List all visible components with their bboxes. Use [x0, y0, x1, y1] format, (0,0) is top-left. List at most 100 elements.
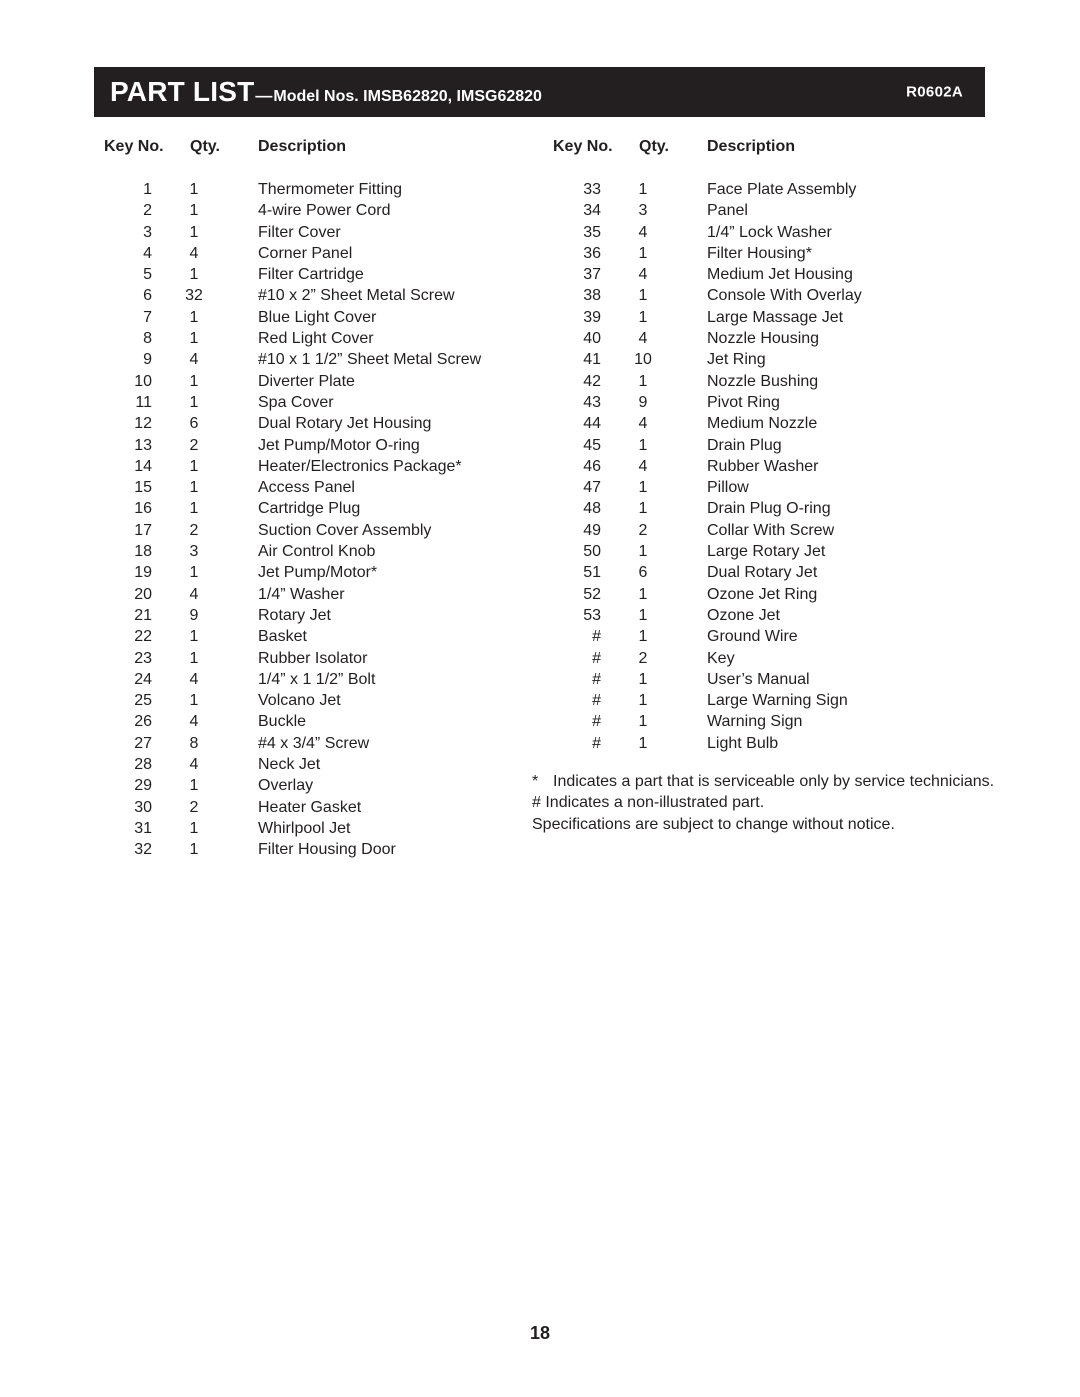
- table-row: 47 1 Pillow: [553, 477, 993, 498]
- table-row: 18 3 Air Control Knob: [104, 541, 544, 562]
- cell-qty: 1: [638, 500, 648, 518]
- cell-qty: 1: [189, 181, 199, 198]
- table-row: 17 2 Suction Cover Assembly: [104, 520, 544, 541]
- cell-description: Overlay: [258, 777, 314, 795]
- table-row: 33 1 Face Plate Assembly: [553, 179, 993, 200]
- cell-description: Neck Jet: [258, 756, 321, 774]
- cell-description: Pillow: [707, 479, 749, 497]
- table-row: 1 1 Thermometer Fitting: [104, 179, 544, 200]
- cell-qty: 1: [638, 606, 648, 624]
- cell-key-no: 51: [583, 564, 601, 582]
- cell-key-no: 36: [583, 244, 601, 262]
- cell-description: Dual Rotary Jet Housing: [258, 415, 432, 433]
- cell-description: Ozone Jet Ring: [707, 585, 818, 603]
- asterisk-note-text: Indicates a part that is serviceable onl…: [553, 773, 995, 790]
- cell-qty: 1: [189, 649, 199, 667]
- cell-qty: 1: [189, 223, 199, 241]
- cell-qty: 1: [638, 628, 648, 646]
- cell-key-no: 15: [134, 479, 152, 497]
- cell-key-no: 7: [143, 308, 152, 326]
- cell-key-no: 4: [143, 244, 152, 262]
- cell-description: Filter Cover: [258, 223, 341, 241]
- cell-qty: 1: [638, 372, 648, 390]
- asterisk-mark: *: [532, 773, 539, 790]
- table-row: 41 10 Jet Ring: [553, 349, 993, 370]
- cell-description: Pivot Ring: [707, 393, 780, 411]
- cell-description: Rubber Washer: [707, 457, 819, 475]
- cell-qty: 1: [638, 692, 648, 710]
- right-description-header: Description: [707, 138, 796, 155]
- cell-key-no: 45: [583, 436, 601, 454]
- cell-key-no: 29: [134, 777, 152, 795]
- table-row: 25 1 Volcano Jet: [104, 690, 544, 711]
- table-row: 34 3 Panel: [553, 200, 993, 221]
- cell-key-no: #: [592, 692, 601, 710]
- cell-qty: 4: [189, 756, 199, 774]
- table-row: 23 1 Rubber Isolator: [104, 648, 544, 669]
- cell-qty: 1: [189, 330, 199, 348]
- cell-description: Console With Overlay: [707, 287, 862, 305]
- cell-key-no: 14: [134, 457, 152, 475]
- table-row: 20 4 1/4” Washer: [104, 584, 544, 605]
- table-row: 15 1 Access Panel: [104, 477, 544, 498]
- cell-qty: 1: [189, 500, 199, 518]
- cell-key-no: 35: [583, 223, 601, 241]
- left-qty-header: Qty.: [190, 138, 220, 155]
- cell-description: Nozzle Housing: [707, 330, 820, 348]
- cell-qty: 4: [189, 670, 199, 688]
- cell-description: Blue Light Cover: [258, 308, 377, 326]
- table-row: 38 1 Console With Overlay: [553, 285, 993, 306]
- cell-description: Large Massage Jet: [707, 308, 844, 326]
- cell-qty: 1: [638, 713, 648, 731]
- cell-description: Drain Plug: [707, 436, 782, 454]
- cell-key-no: 8: [143, 330, 152, 348]
- cell-qty: 2: [189, 436, 199, 454]
- cell-qty: 32: [185, 287, 203, 305]
- table-row: 43 9 Pivot Ring: [553, 392, 993, 413]
- cell-qty: 1: [189, 457, 199, 475]
- cell-key-no: 43: [583, 393, 601, 411]
- cell-qty: 1: [638, 287, 648, 305]
- cell-key-no: 32: [134, 841, 152, 859]
- cell-description: Medium Nozzle: [707, 415, 818, 433]
- page-number: 18: [529, 1323, 551, 1343]
- table-row: 30 2 Heater Gasket: [104, 797, 544, 818]
- table-row: 32 1 Filter Housing Door: [104, 839, 544, 860]
- cell-key-no: 42: [583, 372, 601, 390]
- cell-description: Cartridge Plug: [258, 500, 361, 518]
- cell-description: User’s Manual: [707, 670, 810, 688]
- title-dash: —: [255, 86, 273, 105]
- cell-qty: 1: [189, 479, 199, 497]
- cell-description: #10 x 1 1/2” Sheet Metal Screw: [258, 351, 482, 369]
- cell-key-no: 53: [583, 606, 601, 624]
- cell-description: Spa Cover: [258, 393, 334, 411]
- cell-description: Warning Sign: [707, 713, 803, 731]
- cell-qty: 1: [189, 777, 199, 795]
- left-description-header: Description: [258, 138, 347, 155]
- cell-key-no: 5: [143, 266, 152, 284]
- cell-qty: 9: [189, 606, 199, 624]
- table-row: 50 1 Large Rotary Jet: [553, 541, 993, 562]
- cell-key-no: 49: [583, 521, 601, 539]
- cell-description: Ozone Jet: [707, 606, 780, 624]
- cell-key-no: #: [592, 628, 601, 646]
- cell-description: Access Panel: [258, 479, 355, 497]
- cell-qty: 1: [638, 670, 648, 688]
- table-row: 14 1 Heater/Electronics Package*: [104, 456, 544, 477]
- right-parts-table: 33 1 Face Plate Assembly 34 3 Panel 35 4 1/4” Lo…: [553, 179, 993, 754]
- cell-qty: 6: [638, 564, 648, 582]
- table-row: #2 Key: [553, 648, 993, 669]
- cell-key-no: 12: [134, 415, 152, 433]
- cell-key-no: 28: [134, 756, 152, 774]
- cell-qty: 1: [638, 181, 648, 198]
- cell-key-no: 16: [134, 500, 152, 518]
- cell-qty: 10: [634, 351, 652, 369]
- footnote-hash: # Indicates a non-illustrated part.: [532, 794, 765, 812]
- table-row: 53 1 Ozone Jet: [553, 605, 993, 626]
- cell-key-no: 20: [134, 585, 152, 603]
- cell-qty: 1: [189, 819, 199, 837]
- cell-key-no: #: [592, 649, 601, 667]
- table-row: 12 6 Dual Rotary Jet Housing: [104, 413, 544, 434]
- cell-qty: 1: [189, 202, 199, 220]
- cell-qty: 4: [189, 585, 199, 603]
